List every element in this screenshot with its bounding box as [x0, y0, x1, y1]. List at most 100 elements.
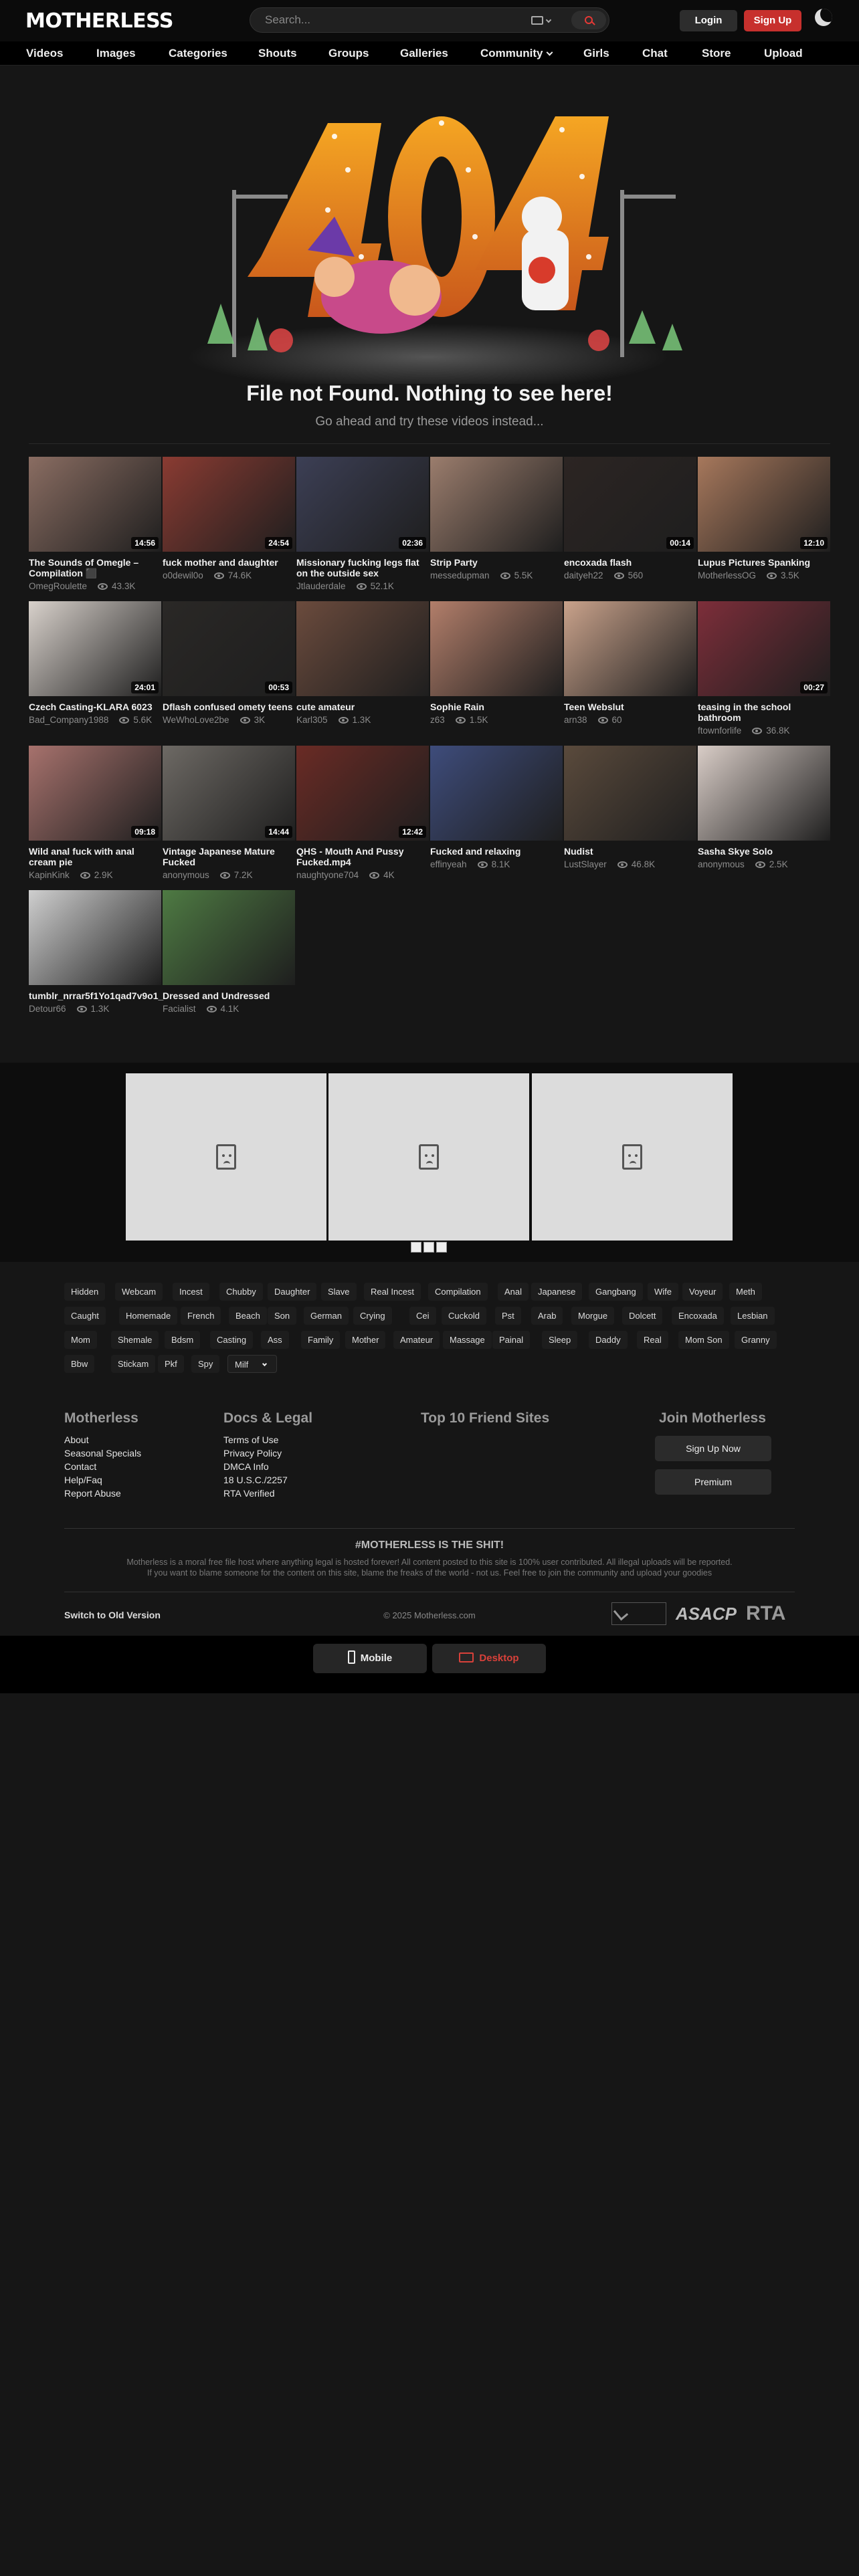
tag-french[interactable]: French — [181, 1307, 221, 1325]
tag-ass[interactable]: Ass — [261, 1331, 289, 1349]
nav-groups[interactable]: Groups — [328, 47, 369, 60]
video-thumbnail[interactable]: 24:01 — [29, 601, 161, 696]
tag-sleep[interactable]: Sleep — [542, 1331, 578, 1349]
video-title[interactable]: fuck mother and daughter — [163, 557, 295, 568]
video-uploader[interactable]: KapinKink — [29, 870, 70, 880]
tag-crying[interactable]: Crying — [353, 1307, 392, 1325]
video-title[interactable]: teasing in the school bathroom — [698, 702, 830, 723]
tag-homemade[interactable]: Homemade — [119, 1307, 178, 1325]
video-card[interactable]: Strip Party messedupman 5.5K — [430, 457, 563, 580]
video-card[interactable]: Sasha Skye Solo anonymous 2.5K — [698, 746, 830, 869]
asacp-badge[interactable]: ASACP — [676, 1604, 737, 1624]
tag-meth[interactable]: Meth — [729, 1283, 762, 1301]
search-input[interactable] — [250, 13, 518, 27]
video-thumbnail[interactable]: 12:42 — [296, 746, 429, 841]
tag-incest[interactable]: Incest — [173, 1283, 209, 1301]
nav-chat[interactable]: Chat — [642, 47, 668, 60]
tag-real-incest[interactable]: Real Incest — [364, 1283, 421, 1301]
tag-webcam[interactable]: Webcam — [115, 1283, 163, 1301]
tag-shemale[interactable]: Shemale — [111, 1331, 159, 1349]
ad-slot[interactable] — [126, 1073, 326, 1241]
tag-chubby[interactable]: Chubby — [219, 1283, 263, 1301]
tag-wife[interactable]: Wife — [648, 1283, 678, 1301]
video-uploader[interactable]: ftownforlife — [698, 726, 741, 736]
video-title[interactable]: Missionary fucking legs flat on the outs… — [296, 557, 429, 578]
nav-galleries[interactable]: Galleries — [400, 47, 448, 60]
video-card[interactable]: Teen Webslut arn38 60 — [564, 601, 696, 725]
tag-beach[interactable]: Beach — [229, 1307, 267, 1325]
video-card[interactable]: 00:27 teasing in the school bathroom ftown… — [698, 601, 830, 736]
nav-shouts[interactable]: Shouts — [258, 47, 297, 60]
nav-videos[interactable]: Videos — [26, 47, 63, 60]
tag-anal[interactable]: Anal — [498, 1283, 529, 1301]
video-uploader[interactable]: z63 — [430, 715, 445, 725]
video-uploader[interactable]: daityeh22 — [564, 570, 603, 580]
tag-morgue[interactable]: Morgue — [571, 1307, 615, 1325]
tag-son[interactable]: Son — [268, 1307, 297, 1325]
tag-gangbang[interactable]: Gangbang — [589, 1283, 643, 1301]
video-title[interactable]: Fucked and relaxing — [430, 846, 563, 857]
video-uploader[interactable]: MotherlessOG — [698, 570, 756, 580]
video-card[interactable]: 00:14 encoxada flash daityeh22 560 — [564, 457, 696, 580]
video-thumbnail[interactable]: 12:10 — [698, 457, 830, 552]
broken-image-icon[interactable] — [436, 1242, 447, 1253]
mobile-switch-button[interactable]: Mobile — [313, 1644, 427, 1673]
footer-link-seasonal[interactable]: Seasonal Specials — [64, 1446, 141, 1460]
tag-slave[interactable]: Slave — [321, 1283, 357, 1301]
video-thumbnail[interactable] — [564, 746, 696, 841]
footer-link-report[interactable]: Report Abuse — [64, 1487, 141, 1500]
footer-link-about[interactable]: About — [64, 1433, 141, 1446]
tag-lesbian[interactable]: Lesbian — [731, 1307, 775, 1325]
video-uploader[interactable]: LustSlayer — [564, 859, 607, 869]
video-card[interactable]: 09:18 Wild anal fuck with anal cream pie K… — [29, 746, 161, 880]
tag-stickam[interactable]: Stickam — [111, 1355, 156, 1373]
tag-painal[interactable]: Painal — [492, 1331, 531, 1349]
tag-mom-son[interactable]: Mom Son — [678, 1331, 729, 1349]
video-title[interactable]: Nudist — [564, 846, 696, 857]
nav-images[interactable]: Images — [96, 47, 136, 60]
video-title[interactable]: Lupus Pictures Spanking — [698, 557, 830, 568]
video-title[interactable]: Dressed and Undressed — [163, 990, 295, 1001]
video-thumbnail[interactable]: 14:44 — [163, 746, 295, 841]
dark-mode-toggle-icon[interactable] — [815, 9, 832, 26]
video-title[interactable]: Sasha Skye Solo — [698, 846, 830, 857]
tag-family[interactable]: Family — [301, 1331, 341, 1349]
video-card[interactable]: Sophie Rain z63 1.5K — [430, 601, 563, 725]
search-button[interactable] — [571, 11, 606, 29]
footer-link-help[interactable]: Help/Faq — [64, 1473, 141, 1487]
tag-daddy[interactable]: Daddy — [589, 1331, 628, 1349]
video-thumbnail[interactable]: 14:56 — [29, 457, 161, 552]
video-thumbnail[interactable] — [698, 746, 830, 841]
video-uploader[interactable]: naughtyone704 — [296, 870, 359, 880]
tag-bbw[interactable]: Bbw — [64, 1355, 95, 1373]
tag-cei[interactable]: Cei — [409, 1307, 436, 1325]
video-uploader[interactable]: Bad_Company1988 — [29, 715, 108, 725]
video-title[interactable]: Wild anal fuck with anal cream pie — [29, 846, 161, 867]
video-thumbnail[interactable] — [564, 601, 696, 696]
video-card[interactable]: 00:53 Dflash confused omety teens WeWhoLov… — [163, 601, 295, 725]
video-title[interactable]: Czech Casting-KLARA 6023 — [29, 702, 161, 712]
tag-pkf[interactable]: Pkf — [158, 1355, 184, 1373]
footer-link-privacy[interactable]: Privacy Policy — [223, 1446, 312, 1460]
video-thumbnail[interactable]: 09:18 — [29, 746, 161, 841]
video-thumbnail[interactable]: 00:53 — [163, 601, 295, 696]
tag-mom[interactable]: Mom — [64, 1331, 97, 1349]
video-card[interactable]: Fucked and relaxing effinyeah 8.1K — [430, 746, 563, 869]
video-card[interactable]: 14:56 The Sounds of Omegle – Compilation … — [29, 457, 161, 591]
nav-categories[interactable]: Categories — [169, 47, 227, 60]
nav-girls[interactable]: Girls — [583, 47, 609, 60]
tag-casting[interactable]: Casting — [210, 1331, 254, 1349]
tag-mother[interactable]: Mother — [345, 1331, 386, 1349]
video-uploader[interactable]: anonymous — [698, 859, 745, 869]
video-uploader[interactable]: anonymous — [163, 870, 209, 880]
tag-encoxada[interactable]: Encoxada — [672, 1307, 724, 1325]
video-title[interactable]: The Sounds of Omegle – Compilation ⬛ — [29, 557, 161, 578]
nav-upload[interactable]: Upload — [764, 47, 803, 60]
tag-hidden[interactable]: Hidden — [64, 1283, 106, 1301]
video-thumbnail[interactable] — [430, 746, 563, 841]
tag-voyeur[interactable]: Voyeur — [682, 1283, 723, 1301]
video-title[interactable]: Dflash confused omety teens — [163, 702, 295, 712]
video-uploader[interactable]: WeWhoLove2be — [163, 715, 229, 725]
nav-community[interactable]: Community — [480, 47, 553, 60]
video-thumbnail[interactable] — [29, 890, 161, 985]
